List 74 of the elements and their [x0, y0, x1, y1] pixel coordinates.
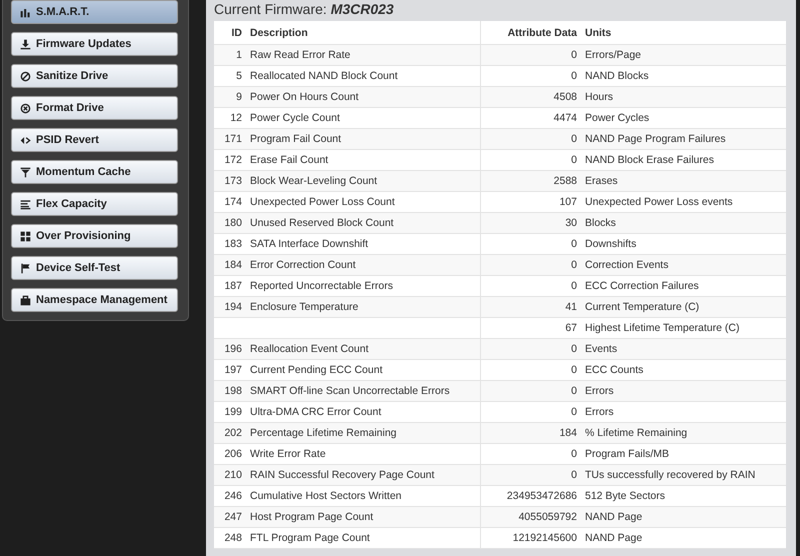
table-cell: 0: [480, 380, 581, 402]
table-cell: 171: [214, 128, 246, 150]
sidebar-button[interactable]: Format Drive: [11, 96, 178, 120]
table-cell: Error Correction Count: [246, 254, 480, 276]
table-cell: 210: [214, 464, 246, 486]
table-cell: 12192145600: [480, 528, 581, 548]
flag-icon: [20, 262, 31, 274]
sidebar-button[interactable]: Firmware Updates: [11, 32, 178, 56]
table-cell: 41: [480, 296, 581, 318]
table-cell: 9: [214, 86, 246, 108]
table-cell: 196: [214, 338, 246, 360]
sidebar-button[interactable]: Flex Capacity: [11, 192, 178, 216]
table-cell: Hours: [581, 86, 786, 108]
table-cell: Host Program Page Count: [246, 506, 480, 528]
table-cell: 173: [214, 170, 246, 192]
table-cell: 248: [214, 528, 246, 548]
table-cell: FTL Program Page Count: [246, 528, 480, 548]
prohibited-icon: [20, 70, 31, 82]
sidebar-button[interactable]: Device Self-Test: [11, 256, 178, 280]
table-cell: 0: [480, 254, 581, 276]
table-cell: Errors/Page: [581, 44, 786, 66]
table-cell: 0: [480, 464, 581, 486]
table-cell: 194: [214, 296, 246, 318]
table-cell: Blocks: [581, 212, 786, 234]
table-cell: Program Fail Count: [246, 128, 480, 150]
table-cell: NAND Page: [581, 506, 786, 528]
table-cell: NAND Page Program Failures: [581, 128, 786, 150]
table-cell: 202: [214, 422, 246, 444]
table-cell: SMART Off-line Scan Uncorrectable Errors: [246, 380, 480, 402]
table-cell: 0: [480, 128, 581, 150]
x-circle-icon: [20, 102, 31, 114]
table-cell: Raw Read Error Rate: [246, 44, 480, 66]
table-cell: Block Wear-Leveling Count: [246, 170, 480, 192]
table-cell: Power On Hours Count: [246, 86, 480, 108]
table-cell: Current Temperature (C): [581, 296, 786, 318]
table-cell: Correction Events: [581, 254, 786, 276]
table-cell: 198: [214, 380, 246, 402]
table-cell: Reallocation Event Count: [246, 338, 480, 360]
table-cell: Erases: [581, 170, 786, 192]
table-cell: 184: [214, 254, 246, 276]
briefcase-icon: [20, 294, 31, 306]
table-cell: Enclosure Temperature: [246, 296, 480, 318]
table-cell: TUs successfully recovered by RAIN: [581, 464, 786, 486]
arrows-icon: [20, 134, 31, 146]
table-cell: Errors: [581, 380, 786, 402]
table-cell: 180: [214, 212, 246, 234]
table-cell: 184: [480, 422, 581, 444]
table-cell: 4508: [480, 86, 581, 108]
table-cell: RAIN Successful Recovery Page Count: [246, 464, 480, 486]
table-cell: 4055059792: [480, 506, 581, 528]
bar-chart-icon: [20, 6, 31, 18]
table-cell: Percentage Lifetime Remaining: [246, 422, 480, 444]
firmware-label: Current Firmware:: [214, 1, 327, 17]
table-cell: 1: [214, 44, 246, 66]
table-cell: 247: [214, 506, 246, 528]
table-cell: % Lifetime Remaining: [581, 422, 786, 444]
sidebar-button[interactable]: Sanitize Drive: [11, 64, 178, 88]
lines-icon: [20, 198, 31, 210]
table-cell: 0: [480, 338, 581, 360]
table-cell: Events: [581, 338, 786, 360]
table-cell: 2588: [480, 170, 581, 192]
sidebar-button[interactable]: PSID Revert: [11, 128, 178, 152]
firmware-version: M3CR023: [330, 1, 394, 17]
grid-icon: [20, 230, 31, 242]
sidebar-button[interactable]: Momentum Cache: [11, 160, 178, 184]
filter-icon: [20, 166, 31, 178]
table-cell: Unused Reserved Block Count: [246, 212, 480, 234]
sidebar-button[interactable]: Namespace Management: [11, 288, 178, 312]
sidebar-button[interactable]: S.M.A.R.T.: [11, 0, 178, 24]
table-cell: 0: [480, 44, 581, 66]
table-cell: 30: [480, 212, 581, 234]
download-icon: [20, 38, 31, 50]
table-cell: NAND Page: [581, 528, 786, 548]
sidebar-button[interactable]: Over Provisioning: [11, 224, 178, 248]
